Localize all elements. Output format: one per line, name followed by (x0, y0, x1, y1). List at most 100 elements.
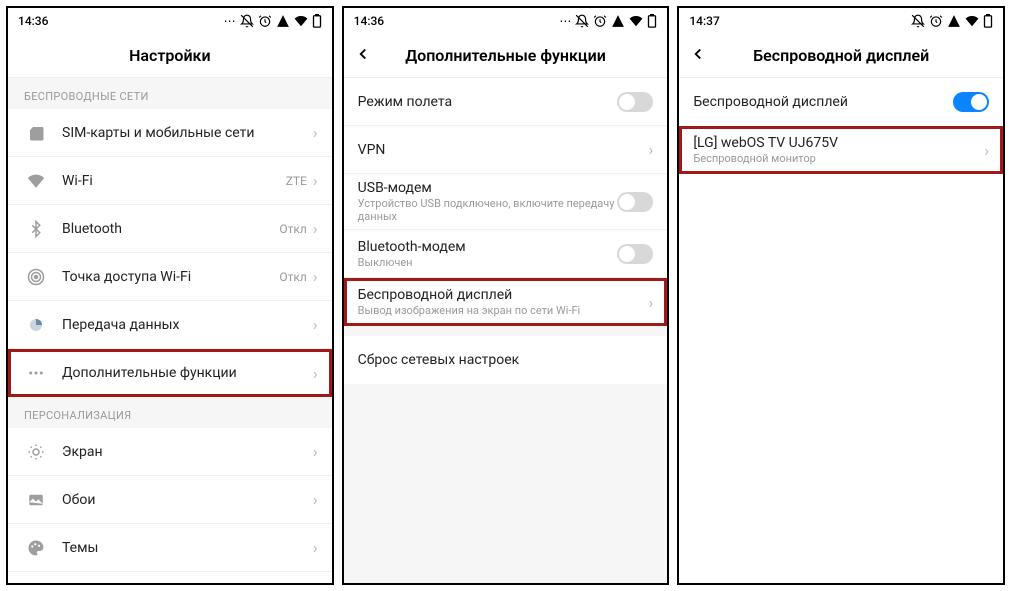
label: Wi-Fi (62, 173, 286, 189)
chevron-right-icon: › (313, 315, 318, 334)
row-vpn[interactable]: VPN › (344, 126, 668, 174)
bell-off-icon (240, 14, 254, 28)
content: Режим полета VPN › USB-модем Устройство … (344, 78, 668, 583)
value: Откл (279, 222, 306, 236)
image-icon (22, 491, 50, 509)
back-button[interactable] (354, 45, 372, 67)
wifi-icon (629, 14, 643, 28)
chevron-right-icon: › (649, 140, 654, 159)
label: Обои (62, 492, 313, 508)
page-title: Настройки (129, 46, 211, 65)
toggle-cast[interactable] (953, 92, 989, 112)
row-airplane[interactable]: Режим полета (344, 78, 668, 126)
label: SIM-карты и мобильные сети (62, 125, 313, 141)
back-button[interactable] (689, 45, 707, 67)
battery-icon (983, 14, 993, 28)
status-bar: 14:36 ⋯ (8, 8, 332, 34)
chevron-right-icon: › (313, 171, 318, 190)
page-title: Беспроводной дисплей (753, 46, 929, 65)
status-icons: ⋯ (224, 14, 322, 28)
chevron-right-icon: › (313, 267, 318, 286)
label: Экран (62, 444, 313, 460)
alarm-icon (593, 14, 607, 28)
hotspot-icon (22, 268, 50, 286)
more-icon: ⋯ (224, 14, 236, 28)
sublabel: Вывод изображения на экран по сети Wi-Fi (358, 304, 649, 317)
label: Беспроводной дисплей (693, 94, 953, 110)
row-more-functions[interactable]: Дополнительные функции › (8, 349, 332, 397)
row-display[interactable]: Экран › (8, 428, 332, 476)
row-sim[interactable]: SIM-карты и мобильные сети › (8, 109, 332, 157)
row-wifi[interactable]: Wi-Fi ZTE › (8, 157, 332, 205)
alarm-icon (258, 14, 272, 28)
row-themes[interactable]: Темы › (8, 524, 332, 572)
clock: 14:37 (689, 14, 719, 28)
label: Беспроводной дисплей (358, 287, 649, 303)
label: Точка доступа Wi-Fi (62, 269, 279, 285)
chevron-right-icon: › (313, 219, 318, 238)
titlebar: Настройки (8, 34, 332, 78)
titlebar: Беспроводной дисплей (679, 34, 1003, 78)
value: ZTE (286, 174, 307, 188)
toggle-airplane[interactable] (617, 92, 653, 112)
chevron-right-icon: › (313, 364, 318, 383)
row-bluetooth[interactable]: Bluetooth Откл › (8, 205, 332, 253)
chevron-right-icon: › (313, 442, 318, 461)
chevron-right-icon: › (313, 490, 318, 509)
more-horizontal-icon (22, 364, 50, 382)
screen-more-functions: 14:36 ⋯ Дополнительные функции Режим пол… (342, 6, 670, 585)
row-wireless-display[interactable]: Беспроводной дисплей Вывод изображения н… (344, 278, 668, 326)
sublabel: Выключен (358, 256, 618, 269)
content: Беспроводной дисплей [LG] webOS TV UJ675… (679, 78, 1003, 583)
palette-icon (22, 539, 50, 557)
row-cast-toggle[interactable]: Беспроводной дисплей (679, 78, 1003, 126)
chevron-right-icon: › (313, 538, 318, 557)
label: Дополнительные функции (62, 365, 313, 381)
status-bar: 14:37 (679, 8, 1003, 34)
row-usb-modem[interactable]: USB-модем Устройство USB подключено, вкл… (344, 174, 668, 230)
page-title: Дополнительные функции (405, 46, 606, 65)
bluetooth-icon (22, 220, 50, 238)
label: Сброс сетевых настроек (358, 352, 654, 368)
wifi-icon (294, 14, 308, 28)
section-personalization: ПЕРСОНАЛИЗАЦИЯ (8, 397, 332, 428)
value: Откл (279, 270, 306, 284)
sublabel: Беспроводной монитор (693, 152, 984, 165)
toggle-usb[interactable] (617, 192, 653, 212)
status-icons (911, 14, 993, 28)
label: VPN (358, 142, 649, 158)
chevron-right-icon: › (313, 123, 318, 142)
chevron-right-icon: › (649, 293, 654, 312)
row-hotspot[interactable]: Точка доступа Wi-Fi Откл › (8, 253, 332, 301)
label: Режим полета (358, 94, 618, 110)
signal-icon (947, 14, 961, 28)
row-device-lg-tv[interactable]: [LG] webOS TV UJ675V Беспроводной монито… (679, 126, 1003, 174)
sim-icon (22, 124, 50, 142)
signal-icon (276, 14, 290, 28)
row-reset-network[interactable]: Сброс сетевых настроек (344, 336, 668, 384)
content: БЕСПРОВОДНЫЕ СЕТИ SIM-карты и мобильные … (8, 78, 332, 583)
row-bt-modem[interactable]: Bluetooth-модем Выключен (344, 230, 668, 278)
row-sound[interactable]: Звук и вибрация › (8, 572, 332, 583)
signal-icon (611, 14, 625, 28)
label: Bluetooth (62, 221, 279, 237)
row-wallpaper[interactable]: Обои › (8, 476, 332, 524)
label: Bluetooth-модем (358, 239, 618, 255)
sublabel: Устройство USB подключено, включите пере… (358, 197, 618, 223)
toggle-bt[interactable] (617, 244, 653, 264)
row-data[interactable]: Передача данных › (8, 301, 332, 349)
screen-wireless-display: 14:37 Беспроводной дисплей Беспроводной … (677, 6, 1005, 585)
wifi-icon (22, 172, 50, 190)
wifi-icon (965, 14, 979, 28)
bell-off-icon (575, 14, 589, 28)
data-usage-icon (22, 316, 50, 334)
titlebar: Дополнительные функции (344, 34, 668, 78)
screen-settings: 14:36 ⋯ Настройки БЕСПРОВОДНЫЕ СЕТИ SIM-… (6, 6, 334, 585)
clock: 14:36 (354, 14, 384, 28)
clock: 14:36 (18, 14, 48, 28)
section-wireless: БЕСПРОВОДНЫЕ СЕТИ (8, 78, 332, 109)
battery-icon (312, 14, 322, 28)
more-icon: ⋯ (559, 14, 571, 28)
label: USB-модем (358, 180, 618, 196)
battery-icon (647, 14, 657, 28)
